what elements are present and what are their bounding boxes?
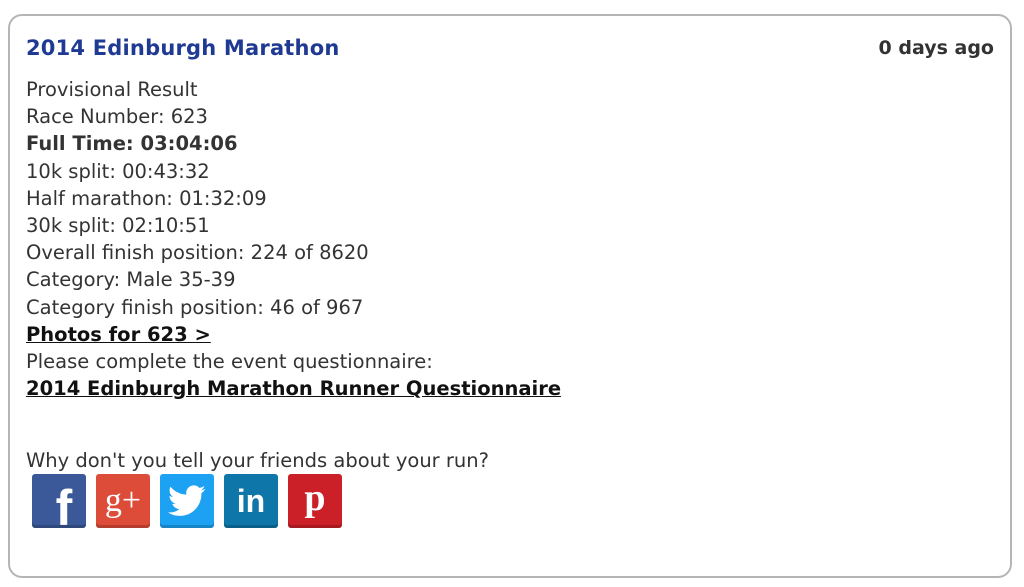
questionnaire-link[interactable]: 2014 Edinburgh Marathon Runner Questionn… [26,377,561,400]
race-title[interactable]: 2014 Edinburgh Marathon [26,36,339,60]
facebook-icon: f [55,480,73,536]
facebook-share-button[interactable]: f [32,474,86,536]
share-prompt: Why don't you tell your friends about yo… [26,449,489,472]
split-30k: 30k split: 02:10:51 [26,214,210,238]
pinterest-share-button[interactable]: p [288,474,342,528]
race-number: Race Number: 623 [26,105,208,129]
provisional-label: Provisional Result [26,78,198,101]
overall-position: Overall finish position: 224 of 8620 [26,241,369,265]
linkedin-icon: in [236,482,266,519]
result-card: 2014 Edinburgh Marathon 0 days ago Provi… [8,14,1012,578]
twitter-share-button[interactable] [160,474,214,528]
linkedin-share-button[interactable]: in [224,474,278,528]
google-plus-share-button[interactable]: g+ [96,474,150,528]
social-share-buttons: f g+ in p [32,474,342,536]
google-plus-icon: g+ [104,482,142,519]
twitter-icon [168,485,206,516]
category-position: Category finish position: 46 of 967 [26,295,364,319]
pinterest-icon: p [304,477,326,519]
category: Category: Male 35-39 [26,268,236,292]
result-details: Provisional Result Race Number: 623 Full… [26,76,561,402]
full-time: Full Time: 03:04:06 [26,132,238,156]
photos-link[interactable]: Photos for 623 > [26,323,211,346]
half-marathon-split: Half marathon: 01:32:09 [26,186,267,210]
questionnaire-prompt: Please complete the event questionnaire: [26,350,433,374]
split-10k: 10k split: 00:43:32 [26,159,210,183]
time-ago: 0 days ago [878,37,994,59]
